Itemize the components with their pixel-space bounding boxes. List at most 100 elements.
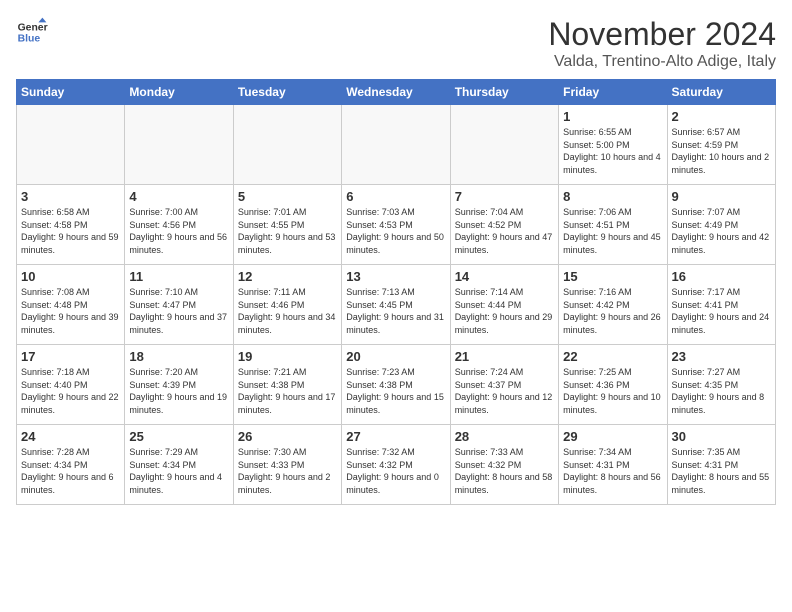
logo: General Blue (16, 16, 48, 48)
day-number: 6 (346, 189, 445, 204)
day-number: 7 (455, 189, 554, 204)
calendar-cell: 4 Sunrise: 7:00 AM Sunset: 4:56 PM Daylig… (125, 185, 233, 265)
day-number: 30 (672, 429, 771, 444)
day-number: 13 (346, 269, 445, 284)
calendar-cell (233, 105, 341, 185)
calendar-cell: 3Sunrise: 6:58 AM Sunset: 4:58 PM Daylig… (17, 185, 125, 265)
day-info: Sunrise: 7:14 AM Sunset: 4:44 PM Dayligh… (455, 286, 554, 336)
day-number: 4 (129, 189, 228, 204)
day-info: Sunrise: 7:07 AM Sunset: 4:49 PM Dayligh… (672, 206, 771, 256)
day-info: Sunrise: 7:11 AM Sunset: 4:46 PM Dayligh… (238, 286, 337, 336)
calendar-cell: 23 Sunrise: 7:27 AM Sunset: 4:35 PM Dayli… (667, 345, 775, 425)
day-info: Sunrise: 7:25 AM Sunset: 4:36 PM Dayligh… (563, 366, 662, 416)
day-info: Sunrise: 7:34 AM Sunset: 4:31 PM Dayligh… (563, 446, 662, 496)
calendar-cell: 21Sunrise: 7:24 AM Sunset: 4:37 PM Dayli… (450, 345, 558, 425)
day-number: 19 (238, 349, 337, 364)
day-number: 15 (563, 269, 662, 284)
day-number: 5 (238, 189, 337, 204)
week-row-0: 1 Sunrise: 6:55 AM Sunset: 5:00 PM Daylig… (17, 105, 776, 185)
calendar-cell: 20 Sunrise: 7:23 AM Sunset: 4:38 PM Dayli… (342, 345, 450, 425)
calendar-cell (450, 105, 558, 185)
weekday-header-row: SundayMondayTuesdayWednesdayThursdayFrid… (17, 80, 776, 105)
day-info: Sunrise: 6:55 AM Sunset: 5:00 PM Dayligh… (563, 126, 662, 176)
day-info: Sunrise: 7:21 AM Sunset: 4:38 PM Dayligh… (238, 366, 337, 416)
day-info: Sunrise: 7:24 AM Sunset: 4:37 PM Dayligh… (455, 366, 554, 416)
day-number: 18 (129, 349, 228, 364)
calendar-cell: 15 Sunrise: 7:16 AM Sunset: 4:42 PM Dayli… (559, 265, 667, 345)
title-block: November 2024 Valda, Trentino-Alto Adige… (548, 16, 776, 71)
day-info: Sunrise: 7:10 AM Sunset: 4:47 PM Dayligh… (129, 286, 228, 336)
weekday-header-thursday: Thursday (450, 80, 558, 105)
calendar-table: SundayMondayTuesdayWednesdayThursdayFrid… (16, 79, 776, 505)
day-info: Sunrise: 7:17 AM Sunset: 4:41 PM Dayligh… (672, 286, 771, 336)
day-number: 28 (455, 429, 554, 444)
day-number: 27 (346, 429, 445, 444)
week-row-4: 24Sunrise: 7:28 AM Sunset: 4:34 PM Dayli… (17, 425, 776, 505)
day-number: 22 (563, 349, 662, 364)
day-info: Sunrise: 7:20 AM Sunset: 4:39 PM Dayligh… (129, 366, 228, 416)
calendar-cell: 22 Sunrise: 7:25 AM Sunset: 4:36 PM Dayli… (559, 345, 667, 425)
month-title: November 2024 (548, 16, 776, 53)
weekday-header-wednesday: Wednesday (342, 80, 450, 105)
day-info: Sunrise: 7:16 AM Sunset: 4:42 PM Dayligh… (563, 286, 662, 336)
week-row-3: 17 Sunrise: 7:18 AM Sunset: 4:40 PM Dayli… (17, 345, 776, 425)
week-row-2: 10Sunrise: 7:08 AM Sunset: 4:48 PM Dayli… (17, 265, 776, 345)
day-info: Sunrise: 6:58 AM Sunset: 4:58 PM Dayligh… (21, 206, 120, 256)
day-number: 20 (346, 349, 445, 364)
day-number: 12 (238, 269, 337, 284)
day-info: Sunrise: 7:03 AM Sunset: 4:53 PM Dayligh… (346, 206, 445, 256)
calendar-cell: 1 Sunrise: 6:55 AM Sunset: 5:00 PM Daylig… (559, 105, 667, 185)
day-info: Sunrise: 7:32 AM Sunset: 4:32 PM Dayligh… (346, 446, 445, 496)
day-info: Sunrise: 7:08 AM Sunset: 4:48 PM Dayligh… (21, 286, 120, 336)
day-number: 26 (238, 429, 337, 444)
weekday-header-monday: Monday (125, 80, 233, 105)
calendar-cell: 16 Sunrise: 7:17 AM Sunset: 4:41 PM Dayli… (667, 265, 775, 345)
location-title: Valda, Trentino-Alto Adige, Italy (548, 53, 776, 71)
day-info: Sunrise: 7:27 AM Sunset: 4:35 PM Dayligh… (672, 366, 771, 416)
day-info: Sunrise: 7:35 AM Sunset: 4:31 PM Dayligh… (672, 446, 771, 496)
day-info: Sunrise: 7:18 AM Sunset: 4:40 PM Dayligh… (21, 366, 120, 416)
day-number: 9 (672, 189, 771, 204)
day-info: Sunrise: 7:30 AM Sunset: 4:33 PM Dayligh… (238, 446, 337, 496)
day-number: 23 (672, 349, 771, 364)
calendar-cell: 28 Sunrise: 7:33 AM Sunset: 4:32 PM Dayli… (450, 425, 558, 505)
calendar-cell: 19 Sunrise: 7:21 AM Sunset: 4:38 PM Dayli… (233, 345, 341, 425)
calendar-cell: 8Sunrise: 7:06 AM Sunset: 4:51 PM Daylig… (559, 185, 667, 265)
day-number: 16 (672, 269, 771, 284)
calendar-cell (17, 105, 125, 185)
day-number: 11 (129, 269, 228, 284)
day-number: 2 (672, 109, 771, 124)
day-info: Sunrise: 7:29 AM Sunset: 4:34 PM Dayligh… (129, 446, 228, 496)
calendar-cell: 9 Sunrise: 7:07 AM Sunset: 4:49 PM Daylig… (667, 185, 775, 265)
day-number: 24 (21, 429, 120, 444)
calendar-cell (125, 105, 233, 185)
day-number: 25 (129, 429, 228, 444)
calendar-cell: 27 Sunrise: 7:32 AM Sunset: 4:32 PM Dayli… (342, 425, 450, 505)
day-info: Sunrise: 7:13 AM Sunset: 4:45 PM Dayligh… (346, 286, 445, 336)
weekday-header-sunday: Sunday (17, 80, 125, 105)
day-number: 17 (21, 349, 120, 364)
calendar-cell: 30 Sunrise: 7:35 AM Sunset: 4:31 PM Dayli… (667, 425, 775, 505)
calendar-cell: 25 Sunrise: 7:29 AM Sunset: 4:34 PM Dayli… (125, 425, 233, 505)
day-info: Sunrise: 6:57 AM Sunset: 4:59 PM Dayligh… (672, 126, 771, 176)
day-number: 29 (563, 429, 662, 444)
calendar-cell: 10Sunrise: 7:08 AM Sunset: 4:48 PM Dayli… (17, 265, 125, 345)
weekday-header-tuesday: Tuesday (233, 80, 341, 105)
svg-text:General: General (18, 22, 48, 33)
day-number: 1 (563, 109, 662, 124)
day-info: Sunrise: 7:04 AM Sunset: 4:52 PM Dayligh… (455, 206, 554, 256)
calendar-cell: 29 Sunrise: 7:34 AM Sunset: 4:31 PM Dayli… (559, 425, 667, 505)
day-info: Sunrise: 7:33 AM Sunset: 4:32 PM Dayligh… (455, 446, 554, 496)
calendar-cell: 7 Sunrise: 7:04 AM Sunset: 4:52 PM Daylig… (450, 185, 558, 265)
day-info: Sunrise: 7:23 AM Sunset: 4:38 PM Dayligh… (346, 366, 445, 416)
day-info: Sunrise: 7:00 AM Sunset: 4:56 PM Dayligh… (129, 206, 228, 256)
logo-icon: General Blue (16, 16, 48, 48)
header: General Blue November 2024 Valda, Trenti… (16, 16, 776, 71)
calendar-cell: 24Sunrise: 7:28 AM Sunset: 4:34 PM Dayli… (17, 425, 125, 505)
calendar-cell: 11 Sunrise: 7:10 AM Sunset: 4:47 PM Dayli… (125, 265, 233, 345)
day-number: 14 (455, 269, 554, 284)
week-row-1: 3Sunrise: 6:58 AM Sunset: 4:58 PM Daylig… (17, 185, 776, 265)
calendar-cell: 5Sunrise: 7:01 AM Sunset: 4:55 PM Daylig… (233, 185, 341, 265)
calendar-cell: 12 Sunrise: 7:11 AM Sunset: 4:46 PM Dayli… (233, 265, 341, 345)
calendar-cell: 6 Sunrise: 7:03 AM Sunset: 4:53 PM Daylig… (342, 185, 450, 265)
